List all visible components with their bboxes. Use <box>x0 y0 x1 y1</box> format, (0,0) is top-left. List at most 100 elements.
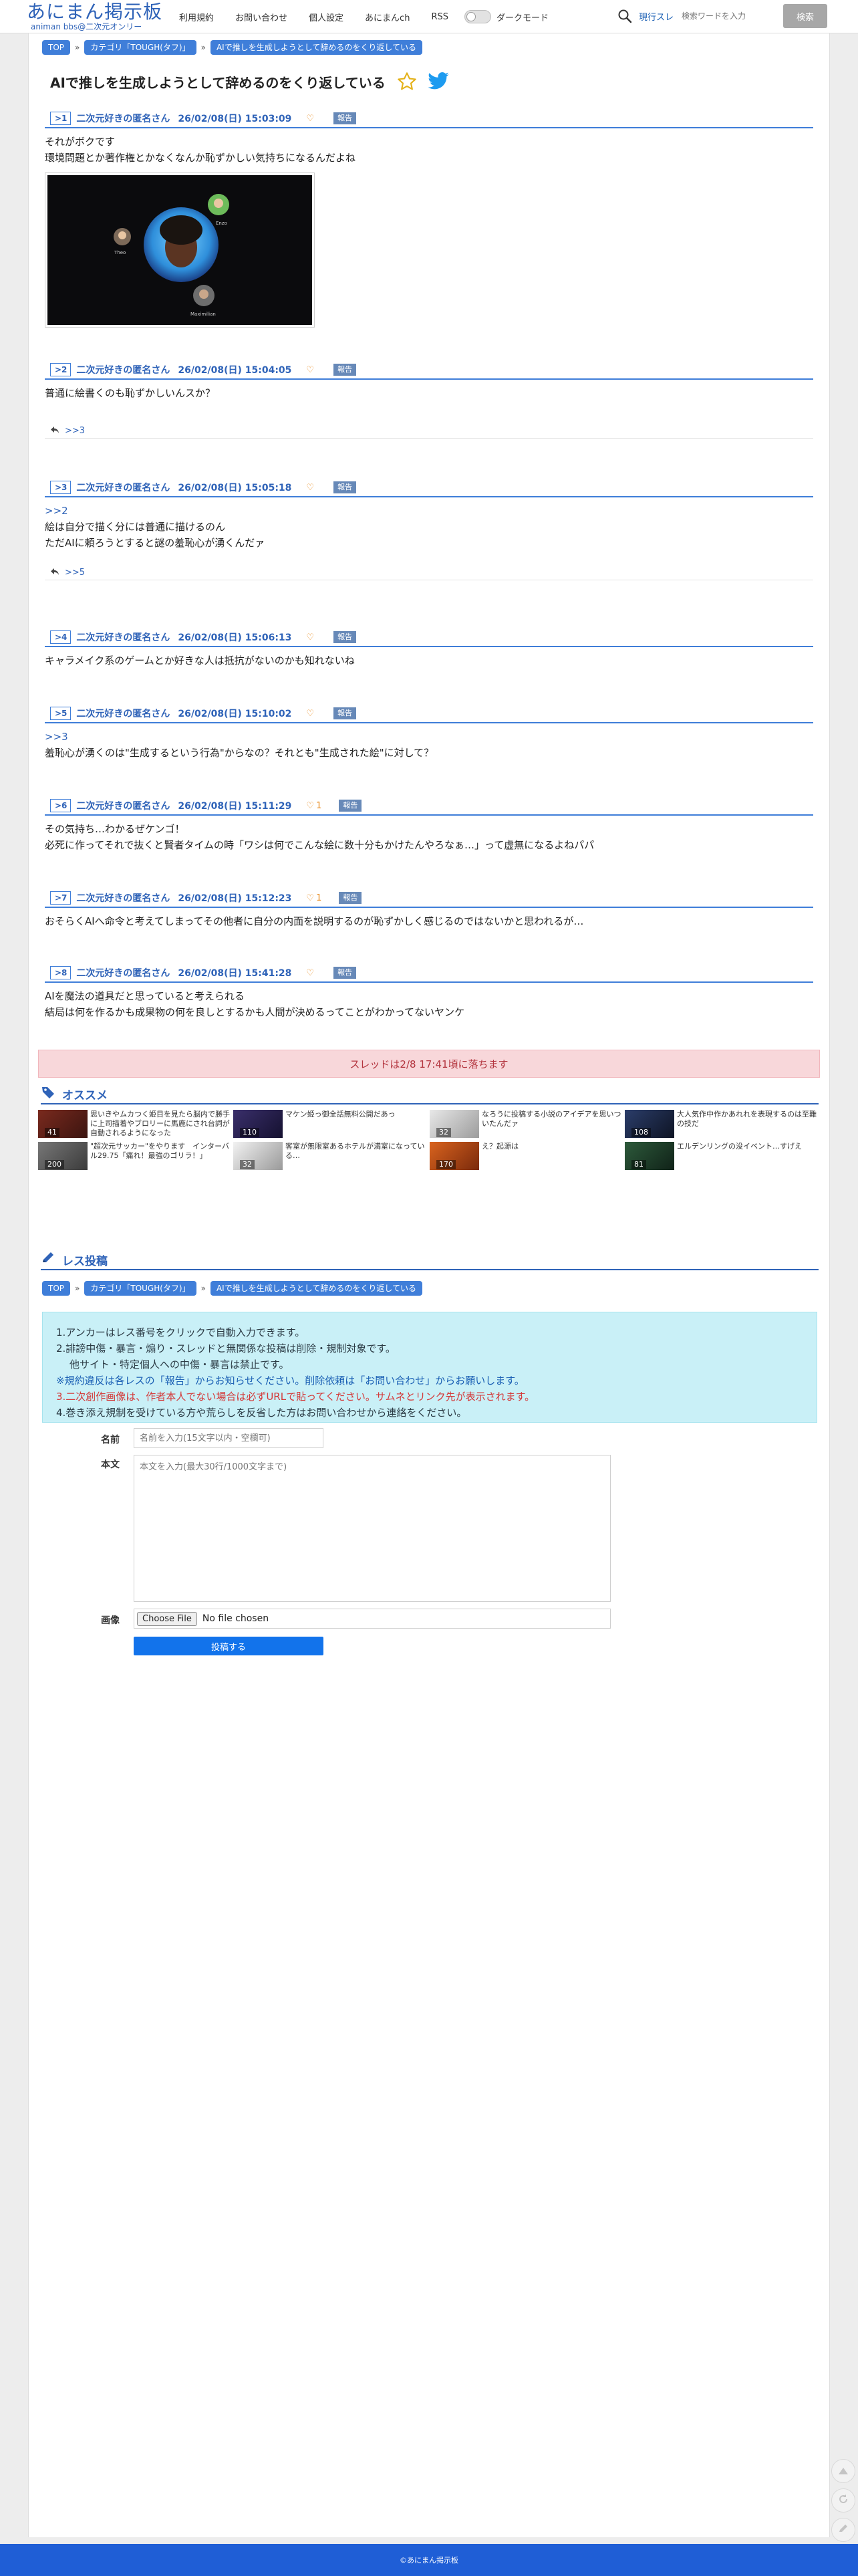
post-image[interactable]: Enzo Theo Maximilian <box>45 172 315 328</box>
recommend-item[interactable]: 32 なろうに投稿する小説のアイデアを思いついたんだァ <box>430 1110 623 1138</box>
reload-icon <box>838 2494 849 2507</box>
report-button[interactable]: 報告 <box>333 967 357 979</box>
search-mode-select[interactable]: 現行スレ <box>639 10 678 23</box>
post-number[interactable]: >7 <box>50 891 72 905</box>
scroll-top-button[interactable] <box>831 2459 855 2483</box>
report-button[interactable]: 報告 <box>333 631 357 643</box>
recommend-item[interactable]: 170 え？起源は <box>430 1142 623 1170</box>
toggle-track[interactable] <box>464 10 491 23</box>
recommend-item[interactable]: 81 エルデンリングの没イベント…すげえ <box>625 1142 819 1170</box>
nav-terms[interactable]: 利用規約 <box>179 11 214 23</box>
recommend-item-title: エルデンリングの没イベント…すげえ <box>677 1142 802 1151</box>
like-button[interactable]: ♡ <box>306 968 316 978</box>
recommend-item[interactable]: 32 客室が無限室あるホテルが満室になっている… <box>233 1142 427 1170</box>
dark-mode-toggle[interactable]: ダークモード <box>464 10 549 23</box>
like-button[interactable]: ♡ <box>306 114 316 124</box>
breadcrumb-separator: » <box>200 1284 206 1293</box>
heart-icon: ♡ <box>306 364 315 375</box>
search-icon[interactable] <box>615 6 635 26</box>
recommend-item-title: "超次元サッカー"をやります インターバル29.75「痛れ！最強のゴリラ！」 <box>90 1142 230 1160</box>
recommend-thumbnail: 41 <box>38 1110 88 1138</box>
site-logo[interactable]: あにまん掲示板 animan bbs@二次元オンリー <box>27 1 167 31</box>
breadcrumb-current[interactable]: AIで推しを生成しようとして辞めるのをくり返している <box>210 40 422 55</box>
name-field[interactable] <box>134 1428 323 1448</box>
like-button[interactable]: ♡ 1 <box>306 801 321 811</box>
image-file-input[interactable]: Choose File No file chosen <box>134 1609 611 1629</box>
reload-button[interactable] <box>831 2488 855 2512</box>
reply-form-title: レス投稿 <box>62 1254 108 1268</box>
breadcrumb-category[interactable]: カテゴリ「TOUGH(タフ)」 <box>84 40 196 55</box>
recommend-item[interactable]: 41 思いきやムカつく姫目を見たら脳内で勝手に上司描着やブロリーに馬鹿にされ台詞… <box>38 1110 232 1138</box>
breadcrumb-top[interactable]: TOP <box>42 1281 71 1296</box>
recommend-thumbnail: 108 <box>625 1110 674 1138</box>
search-button[interactable]: 検索 <box>783 4 827 28</box>
post-5: >5 二次元好きの匿名さん 26/02/08(日) 15:10:02 ♡ 報告 … <box>45 705 813 761</box>
reply-anchor-link[interactable]: >>3 <box>65 426 85 436</box>
copyright: ©あにまん掲示板 <box>400 2556 458 2565</box>
twitter-icon[interactable] <box>427 72 450 92</box>
write-button[interactable] <box>831 2518 855 2542</box>
like-button[interactable]: ♡ <box>306 365 316 375</box>
recommend-item[interactable]: 110 マケン姫っ御全話無料公開だあっ <box>233 1110 427 1138</box>
report-button[interactable]: 報告 <box>339 892 362 904</box>
pencil-icon <box>838 2523 849 2537</box>
post-number[interactable]: >5 <box>50 707 72 720</box>
like-button[interactable]: ♡ <box>306 709 316 719</box>
title-actions <box>396 71 459 92</box>
reply-anchor-link[interactable]: >>5 <box>65 568 85 578</box>
thread-title-row: AIで推しを生成しようとして辞めるのをくり返している <box>50 71 459 92</box>
breadcrumb-top[interactable]: TOP <box>42 40 71 55</box>
report-button[interactable]: 報告 <box>333 364 357 376</box>
post-number[interactable]: >8 <box>50 966 72 979</box>
image-label: Enzo <box>216 221 227 226</box>
recommend-thumbnail: 32 <box>233 1142 283 1170</box>
choose-file-button[interactable]: Choose File <box>137 1611 197 1626</box>
post-number[interactable]: >4 <box>50 630 72 644</box>
search-input[interactable] <box>678 6 778 26</box>
nav-rss[interactable]: RSS <box>431 12 448 22</box>
star-icon[interactable] <box>396 71 418 92</box>
recommend-item[interactable]: 108 大人気作中作かあれれを表現するのは至難の技だ <box>625 1110 819 1138</box>
logo-title: あにまん掲示板 <box>27 1 163 23</box>
recommend-header: オススメ <box>41 1084 819 1104</box>
recommend-thumbnail: 200 <box>38 1142 88 1170</box>
like-count: 1 <box>316 800 322 811</box>
post-number[interactable]: >6 <box>50 799 72 812</box>
report-button[interactable]: 報告 <box>333 707 357 719</box>
post-line: その気持ち…わかるぜケンゴ！ <box>45 823 185 835</box>
site-footer: ©あにまん掲示板 <box>0 2544 858 2576</box>
comment-count: 32 <box>240 1160 255 1169</box>
post-anchor-link[interactable]: >>2 <box>45 503 813 519</box>
nav-settings[interactable]: 個人設定 <box>309 11 343 23</box>
report-button[interactable]: 報告 <box>333 481 357 493</box>
body-textarea[interactable] <box>134 1455 611 1602</box>
report-button[interactable]: 報告 <box>339 800 362 812</box>
post-number[interactable]: >1 <box>50 112 72 125</box>
post-3: >3 二次元好きの匿名さん 26/02/08(日) 15:05:18 ♡ 報告 … <box>45 479 813 580</box>
report-button[interactable]: 報告 <box>333 112 357 124</box>
post-author: 二次元好きの匿名さん <box>76 801 170 812</box>
body-label: 本文 <box>101 1459 120 1470</box>
like-button[interactable]: ♡ <box>306 632 316 642</box>
post-image-content: Enzo Theo Maximilian <box>47 175 312 325</box>
recommend-item-title: 客室が無限室あるホテルが満室になっている… <box>285 1142 425 1160</box>
post-number[interactable]: >2 <box>50 363 72 376</box>
heart-icon: ♡ <box>306 893 315 903</box>
post-author: 二次元好きの匿名さん <box>76 893 170 904</box>
post-anchor-link[interactable]: >>3 <box>45 729 813 745</box>
post-author: 二次元好きの匿名さん <box>76 709 170 719</box>
breadcrumb-category[interactable]: カテゴリ「TOUGH(タフ)」 <box>84 1281 196 1296</box>
post-line: 普通に絵書くのも恥ずかしいんスか？ <box>45 387 216 399</box>
post-header: >4 二次元好きの匿名さん 26/02/08(日) 15:06:13 ♡ 報告 <box>45 628 813 647</box>
breadcrumb-separator: » <box>75 1284 80 1293</box>
recommend-item[interactable]: 200 "超次元サッカー"をやります インターバル29.75「痛れ！最強のゴリラ… <box>38 1142 232 1170</box>
post-line: おそらくAIへ命令と考えてしまってその他者に自分の内面を説明するのが恥ずかしく感… <box>45 915 584 927</box>
post-number[interactable]: >3 <box>50 481 72 494</box>
like-button[interactable]: ♡ <box>306 483 316 493</box>
submit-button[interactable]: 投稿する <box>134 1637 323 1655</box>
like-button[interactable]: ♡ 1 <box>306 893 321 903</box>
post-line: 必死に作ってそれで抜くと賢者タイムの時「ワシは何でこんな絵に数十分もかけたんやろ… <box>45 839 595 851</box>
breadcrumb-current[interactable]: AIで推しを生成しようとして辞めるのをくり返している <box>210 1281 422 1296</box>
nav-animanch[interactable]: あにまんch <box>365 11 410 23</box>
nav-contact[interactable]: お問い合わせ <box>235 11 287 23</box>
